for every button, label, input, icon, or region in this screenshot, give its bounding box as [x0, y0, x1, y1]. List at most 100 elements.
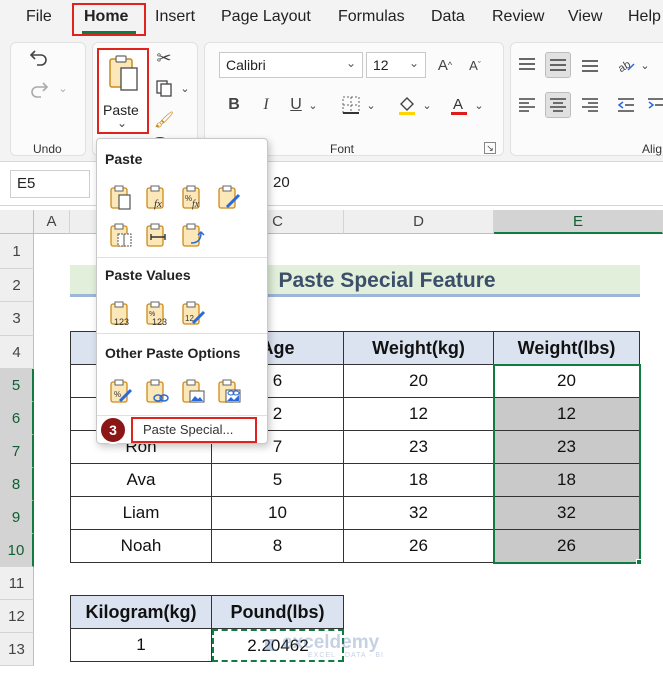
conversion-header-lbs[interactable]: Pound(lbs) — [212, 595, 344, 629]
paste-values-number-format-icon[interactable]: %123 — [143, 299, 171, 327]
row-header-4[interactable]: 4 — [0, 336, 34, 369]
row-header-10[interactable]: 10 — [0, 534, 34, 567]
paste-values-source-formatting-icon[interactable]: 12 — [179, 299, 207, 327]
paste-formulas-icon[interactable]: fx — [143, 183, 171, 211]
paste-keep-source-formatting-icon[interactable] — [215, 183, 243, 211]
align-right-icon[interactable] — [577, 92, 603, 118]
paste-keep-column-widths-icon[interactable] — [143, 221, 171, 249]
align-center-icon[interactable] — [545, 92, 571, 118]
column-header-e[interactable]: E — [494, 210, 663, 234]
row-header-2[interactable]: 2 — [0, 269, 34, 302]
table-cell[interactable]: 32 — [344, 497, 494, 530]
font-dialog-launcher-icon[interactable]: ↘ — [484, 142, 496, 154]
borders-chevron-icon[interactable]: ⌄ — [364, 94, 378, 116]
tab-file[interactable]: File — [26, 8, 52, 26]
tab-help[interactable]: Help — [628, 8, 661, 26]
tab-data[interactable]: Data — [431, 8, 465, 26]
table-cell[interactable]: 23 — [344, 431, 494, 464]
table-cell-selected[interactable]: 23 — [494, 431, 640, 464]
row-header-6[interactable]: 6 — [0, 402, 34, 435]
row-header-3[interactable]: 3 — [0, 302, 34, 336]
row-header-7[interactable]: 7 — [0, 435, 34, 468]
formula-input[interactable]: 20 — [264, 170, 663, 198]
paste-link-icon[interactable] — [143, 377, 171, 405]
copy-icon[interactable] — [152, 76, 176, 100]
paste-values-icon[interactable]: 123 — [107, 299, 135, 327]
paste-linked-picture-icon[interactable] — [215, 377, 243, 405]
paste-transpose-icon[interactable] — [179, 221, 207, 249]
table-header-weight-kg[interactable]: Weight(kg) — [344, 332, 494, 365]
paste-no-borders-icon[interactable] — [107, 221, 135, 249]
table-cell[interactable]: 18 — [344, 464, 494, 497]
bold-button[interactable]: B — [222, 92, 246, 118]
bottom-align-icon[interactable] — [577, 52, 603, 78]
tab-insert[interactable]: Insert — [155, 8, 195, 26]
table-cell[interactable]: Ava — [71, 464, 212, 497]
table-cell[interactable]: 5 — [212, 464, 344, 497]
top-align-icon[interactable] — [514, 52, 540, 78]
table-cell-active[interactable]: 20 — [494, 365, 640, 398]
align-left-icon[interactable] — [514, 92, 540, 118]
increase-indent-icon[interactable] — [643, 92, 663, 118]
orientation-chevron-icon[interactable]: ⌄ — [638, 54, 652, 76]
underline-chevron-icon[interactable]: ⌄ — [306, 94, 320, 116]
conversion-header-kg[interactable]: Kilogram(kg) — [70, 595, 212, 629]
tab-review[interactable]: Review — [492, 8, 544, 26]
font-color-icon[interactable]: A — [446, 92, 472, 118]
row-header-12[interactable]: 12 — [0, 600, 34, 633]
undo-icon[interactable] — [26, 44, 52, 70]
table-cell[interactable]: Liam — [71, 497, 212, 530]
row-header-13[interactable]: 13 — [0, 633, 34, 666]
borders-icon[interactable] — [338, 92, 364, 118]
tab-page-layout[interactable]: Page Layout — [221, 8, 311, 26]
column-header-d[interactable]: D — [344, 210, 494, 234]
fill-color-chevron-icon[interactable]: ⌄ — [420, 94, 434, 116]
table-cell[interactable]: Noah — [71, 530, 212, 563]
font-color-chevron-icon[interactable]: ⌄ — [472, 94, 486, 116]
underline-button[interactable]: U — [284, 92, 308, 118]
svg-text:fx: fx — [154, 198, 162, 210]
select-all-corner[interactable] — [0, 210, 34, 234]
table-cell[interactable]: 20 — [344, 365, 494, 398]
table-cell[interactable]: 12 — [344, 398, 494, 431]
paste-formulas-number-format-icon[interactable]: %fx — [179, 183, 207, 211]
paste-picture-icon[interactable] — [179, 377, 207, 405]
fill-color-icon[interactable] — [394, 92, 420, 118]
table-cell-selected[interactable]: 26 — [494, 530, 640, 563]
fill-handle[interactable] — [636, 559, 642, 565]
conversion-value-kg[interactable]: 1 — [70, 629, 212, 662]
increase-font-size-icon[interactable]: A ^ — [432, 52, 458, 78]
row-header-8[interactable]: 8 — [0, 468, 34, 501]
paste-option-icon[interactable] — [107, 183, 135, 211]
redo-chevron-icon[interactable]: ⌄ — [56, 78, 70, 98]
font-size-dropdown[interactable]: 12 ⌄ — [366, 52, 426, 78]
middle-align-icon[interactable] — [545, 52, 571, 78]
row-header-5[interactable]: 5 — [0, 369, 34, 402]
name-box[interactable]: E5 — [10, 170, 90, 198]
decrease-indent-icon[interactable] — [613, 92, 639, 118]
format-painter-icon[interactable]: 🖌 — [152, 108, 176, 132]
row-header-9[interactable]: 9 — [0, 501, 34, 534]
table-cell-selected[interactable]: 12 — [494, 398, 640, 431]
font-name-dropdown[interactable]: Calibri ⌄ — [219, 52, 363, 78]
copy-chevron-icon[interactable]: ⌄ — [178, 78, 192, 98]
row-header-1[interactable]: 1 — [0, 234, 34, 269]
row-header-11[interactable]: 11 — [0, 567, 34, 600]
column-header-a[interactable]: A — [34, 210, 70, 234]
orientation-icon[interactable]: ab — [613, 52, 639, 78]
tab-formulas[interactable]: Formulas — [338, 8, 405, 26]
paste-special-menu-item[interactable]: Paste Special... — [131, 417, 257, 443]
paste-button[interactable]: Paste ⌄ — [97, 48, 149, 134]
table-cell[interactable]: 10 — [212, 497, 344, 530]
redo-icon[interactable] — [26, 76, 52, 102]
italic-button[interactable]: I — [254, 92, 278, 118]
table-cell[interactable]: 8 — [212, 530, 344, 563]
paste-formatting-icon[interactable]: % — [107, 377, 135, 405]
table-cell-selected[interactable]: 18 — [494, 464, 640, 497]
table-cell-selected[interactable]: 32 — [494, 497, 640, 530]
tab-view[interactable]: View — [568, 8, 602, 26]
table-cell[interactable]: 26 — [344, 530, 494, 563]
cut-icon[interactable]: ✂ — [152, 46, 176, 70]
table-header-weight-lbs[interactable]: Weight(lbs) — [494, 332, 640, 365]
decrease-font-size-icon[interactable]: Aˇ — [462, 52, 488, 78]
